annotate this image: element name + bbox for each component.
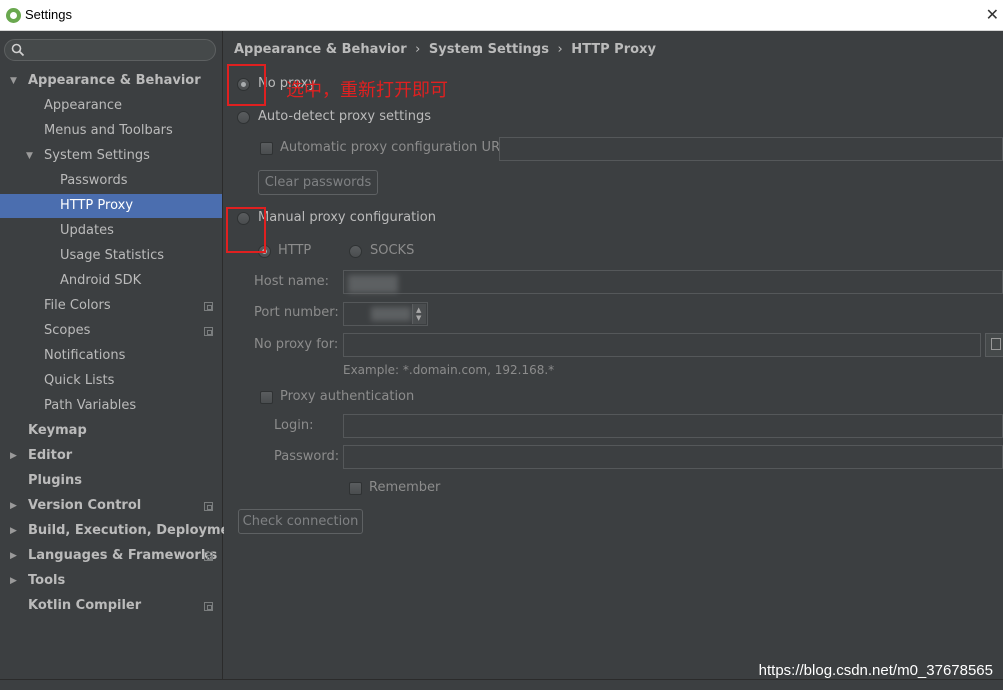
sidebar-item-system-settings[interactable]: System Settings (44, 144, 150, 168)
http-proxy-panel: Appearance & Behavior › System Settings … (224, 31, 1003, 679)
password-field[interactable] (343, 445, 1003, 469)
auto-config-url-field[interactable] (499, 137, 1003, 161)
manual-proxy-label[interactable]: Manual proxy configuration (258, 210, 436, 225)
sidebar-item-scopes[interactable]: Scopes (44, 319, 90, 343)
breadcrumb: Appearance & Behavior › System Settings … (234, 42, 656, 57)
search-box[interactable] (4, 39, 216, 61)
clear-passwords-button[interactable]: Clear passwords (258, 170, 378, 195)
login-label: Login: (274, 418, 314, 433)
http-label[interactable]: HTTP (278, 243, 311, 258)
annotation-text: 选中，重新打开即可 (286, 80, 448, 101)
collapsed-arrow-icon[interactable]: ▶ (10, 501, 17, 511)
redacted-host (348, 275, 398, 293)
sidebar-item-path-variables[interactable]: Path Variables (44, 394, 136, 418)
socks-radio[interactable] (349, 245, 362, 258)
breadcrumb-item: System Settings (428, 42, 549, 57)
sidebar-item-notifications[interactable]: Notifications (44, 344, 125, 368)
sidebar-item-passwords[interactable]: Passwords (60, 169, 128, 193)
login-field[interactable] (343, 414, 1003, 438)
proxy-auth-label[interactable]: Proxy authentication (280, 389, 414, 404)
proxy-auth-checkbox[interactable] (260, 391, 273, 404)
sidebar-item-editor[interactable]: Editor (28, 444, 72, 468)
project-scope-icon (204, 552, 213, 561)
collapsed-arrow-icon[interactable]: ▶ (10, 551, 17, 561)
expanded-arrow-icon[interactable]: ▼ (26, 151, 33, 161)
host-name-label: Host name: (254, 274, 329, 289)
socks-label[interactable]: SOCKS (370, 243, 414, 258)
sidebar-item-tools[interactable]: Tools (28, 569, 65, 593)
project-scope-icon (204, 327, 213, 336)
sidebar-item-keymap[interactable]: Keymap (28, 419, 87, 443)
sidebar-item-version-control[interactable]: Version Control (28, 494, 141, 518)
auto-detect-radio[interactable] (237, 111, 250, 124)
sidebar-item-appearance[interactable]: Appearance (44, 94, 122, 118)
sidebar-item-file-colors[interactable]: File Colors (44, 294, 111, 318)
project-scope-icon (204, 502, 213, 511)
sidebar-item-quick-lists[interactable]: Quick Lists (44, 369, 114, 393)
auto-detect-label[interactable]: Auto-detect proxy settings (258, 109, 431, 124)
sidebar-item-http-proxy[interactable]: HTTP Proxy (0, 194, 222, 218)
annotation-box-manual (226, 207, 266, 253)
breadcrumb-item: HTTP Proxy (571, 42, 656, 57)
project-scope-icon (204, 602, 213, 611)
collapsed-arrow-icon[interactable]: ▶ (10, 526, 17, 536)
expanded-arrow-icon[interactable]: ▼ (10, 76, 17, 86)
sidebar-item-updates[interactable]: Updates (60, 219, 114, 243)
close-icon[interactable]: ✕ (986, 5, 999, 24)
collapsed-arrow-icon[interactable]: ▶ (10, 451, 17, 461)
spinner-arrows-icon[interactable]: ▲ ▼ (412, 304, 426, 324)
host-name-field[interactable] (343, 270, 1003, 294)
example-hint: Example: *.domain.com, 192.168.* (343, 363, 555, 377)
title-bar: Settings ✕ (0, 0, 1003, 31)
sidebar-item-plugins[interactable]: Plugins (28, 469, 82, 493)
breadcrumb-item: Appearance & Behavior (234, 42, 407, 57)
port-number-label: Port number: (254, 305, 339, 320)
collapsed-arrow-icon[interactable]: ▶ (10, 576, 17, 586)
password-label: Password: (274, 449, 340, 464)
auto-config-url-label: Automatic proxy configuration URL: (280, 140, 512, 155)
sidebar-item-build-execution-deployment[interactable]: Build, Execution, Deployment (28, 519, 245, 543)
remember-label[interactable]: Remember (369, 480, 440, 495)
sidebar-item-label: HTTP Proxy (60, 198, 134, 213)
expand-field-icon[interactable] (985, 333, 1003, 357)
check-connection-button[interactable]: Check connection (238, 509, 363, 534)
remember-checkbox[interactable] (349, 482, 362, 495)
search-input[interactable] (27, 42, 207, 58)
android-studio-icon (6, 8, 21, 23)
sidebar-item-android-sdk[interactable]: Android SDK (60, 269, 141, 293)
breadcrumb-separator: › (557, 42, 563, 57)
redacted-port (371, 307, 411, 321)
sidebar-item-menus-toolbars[interactable]: Menus and Toolbars (44, 119, 173, 143)
project-scope-icon (204, 302, 213, 311)
sidebar-item-kotlin-compiler[interactable]: Kotlin Compiler (28, 594, 141, 618)
no-proxy-for-label: No proxy for: (254, 337, 339, 352)
sidebar-item-usage-statistics[interactable]: Usage Statistics (60, 244, 164, 268)
bottom-bar (0, 679, 1003, 690)
auto-config-url-checkbox[interactable] (260, 142, 273, 155)
window-title: Settings (25, 7, 72, 22)
annotation-box-no-proxy (227, 64, 266, 106)
watermark: https://blog.csdn.net/m0_37678565 (758, 662, 993, 679)
breadcrumb-separator: › (415, 42, 421, 57)
no-proxy-for-field[interactable] (343, 333, 981, 357)
sidebar-item-appearance-behavior[interactable]: Appearance & Behavior (28, 69, 201, 93)
sidebar-item-languages-frameworks[interactable]: Languages & Frameworks (28, 544, 217, 568)
search-icon (11, 43, 25, 57)
settings-sidebar: ▼ Appearance & Behavior Appearance Menus… (0, 31, 245, 679)
